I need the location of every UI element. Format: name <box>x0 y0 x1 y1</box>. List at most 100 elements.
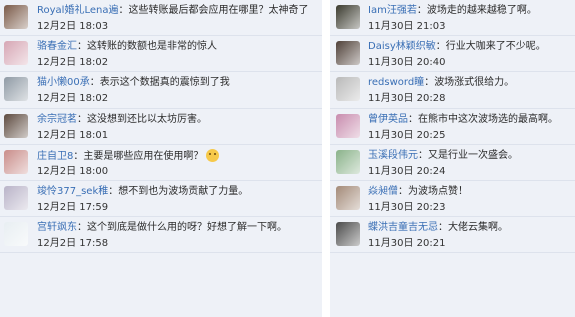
comment-item: 竣怜377_sek稚：想不到也为波场贡献了力量。 12月2日 17:59 <box>0 181 322 218</box>
separator: ： <box>408 113 418 125</box>
avatar[interactable] <box>4 113 28 138</box>
comment-line: 余宗冠茗：这没想到还比以太坊厉害。 <box>37 113 207 126</box>
separator: ： <box>416 5 427 16</box>
comment-text: 波场涨式很给力。 <box>434 77 515 89</box>
comment-item: 庄自卫8：主要是哪些应用在使用啊？ 12月2日 18:00 <box>0 145 322 181</box>
comment-line: Royal婚礼Lena遍：这些转账最后都会应用在哪里？太神奇了 <box>37 4 308 17</box>
timestamp: 12月2日 18:00 <box>37 165 109 177</box>
timestamp: 12月2日 18:02 <box>37 93 109 105</box>
comment-text: 这个到底是做什么用的呀？好想了解一下啊。 <box>87 222 287 234</box>
avatar[interactable] <box>4 41 28 66</box>
avatar[interactable] <box>336 185 360 210</box>
comment-text: 在熊市中这次波场选的最高啊。 <box>418 113 558 125</box>
separator: ： <box>89 77 100 89</box>
avatar[interactable] <box>336 77 360 102</box>
timestamp: 12月2日 18:03 <box>37 21 109 32</box>
avatar[interactable] <box>336 5 360 29</box>
comment-text: 这没想到还比以太坊厉害。 <box>87 113 207 125</box>
comment-line: Daisy林颖织敏：行业大咖来了不少呢。 <box>368 40 546 53</box>
avatar[interactable] <box>336 222 360 247</box>
username-link[interactable]: 宫轩飒东 <box>37 222 77 233</box>
avatar[interactable] <box>4 222 28 247</box>
timestamp: 11月30日 20:24 <box>368 165 446 177</box>
comment-line: 庄自卫8：主要是哪些应用在使用啊？ <box>37 148 220 163</box>
avatar[interactable] <box>4 185 28 210</box>
comment-item: redsword瞳：波场涨式很给力。 11月30日 20:28 <box>330 72 575 109</box>
avatar[interactable] <box>336 41 360 66</box>
comment-text: 大佬云集啊。 <box>448 222 508 234</box>
comment-text: 又是行业一次盛会。 <box>428 149 518 161</box>
comment-item: Daisy林颖织敏：行业大咖来了不少呢。 11月30日 20:40 <box>330 36 575 73</box>
comment-text: 主要是哪些应用在使用啊？ <box>83 150 204 162</box>
timestamp: 11月30日 20:28 <box>368 93 446 105</box>
comment-text: 行业大咖来了不少呢。 <box>445 41 546 53</box>
comment-text: 为波场点赞！ <box>408 185 468 197</box>
separator: ： <box>435 41 446 53</box>
timestamp: 12月2日 18:02 <box>37 57 109 69</box>
separator: ： <box>398 185 408 197</box>
avatar[interactable] <box>4 77 28 102</box>
username-link[interactable]: 曾伊英品 <box>368 114 408 125</box>
comment-line: 猫小懒00承：表示这个数据真的震惊到了我 <box>37 76 230 89</box>
separator: ： <box>418 149 428 161</box>
separator: ： <box>438 222 448 234</box>
avatar[interactable] <box>336 113 360 138</box>
comment-line: 竣怜377_sek稚：想不到也为波场贡献了力量。 <box>37 185 248 198</box>
username-link[interactable]: Daisy林颖织敏 <box>368 41 436 52</box>
timestamp: 12月2日 18:01 <box>37 129 109 141</box>
separator: ： <box>73 150 84 162</box>
username-link[interactable]: 余宗冠茗 <box>37 114 77 125</box>
username-link[interactable]: 猫小懒00承 <box>37 77 90 88</box>
comment-text: 表示这个数据真的震惊到了我 <box>99 77 230 89</box>
smiley-emoji-icon <box>206 148 220 162</box>
avatar[interactable] <box>336 149 360 174</box>
comment-item: Iam汪强若：波场走的越来越稳了啊。 11月30日 21:03 <box>330 0 575 37</box>
comment-text: 这转账的数额也是非常的惊人 <box>87 41 217 53</box>
comment-line: 宫轩飒东：这个到底是做什么用的呀？好想了解一下啊。 <box>37 221 287 234</box>
comment-item: 玉溪段伟元：又是行业一次盛会。 11月30日 20:24 <box>330 145 575 181</box>
right-comment-list: Iam汪强若：波场走的越来越稳了啊。 11月30日 21:03 Daisy林颖织敏：… <box>330 0 575 317</box>
avatar[interactable] <box>4 149 28 174</box>
comment-line: 焱昶僧：为波场点赞！ <box>368 185 468 198</box>
separator: ： <box>77 113 87 125</box>
comment-text: 想不到也为波场贡献了力量。 <box>118 185 249 197</box>
separator: ： <box>118 5 129 16</box>
username-link[interactable]: Iam汪强若 <box>368 5 417 16</box>
left-comment-list: Royal婚礼Lena遍：这些转账最后都会应用在哪里？太神奇了 12月2日 18:… <box>0 0 322 317</box>
comment-text: 这些转账最后都会应用在哪里？太神奇了 <box>128 5 309 16</box>
username-link[interactable]: 玉溪段伟元 <box>368 150 418 161</box>
username-link[interactable]: 焱昶僧 <box>368 186 398 197</box>
comment-item: Royal婚礼Lena遍：这些转账最后都会应用在哪里？太神奇了 12月2日 18:… <box>0 0 322 37</box>
avatar[interactable] <box>4 5 28 29</box>
comment-line: Iam汪强若：波场走的越来越稳了啊。 <box>368 4 537 17</box>
comment-line: 玉溪段伟元：又是行业一次盛会。 <box>368 149 518 162</box>
comment-item: 骆春金汇：这转账的数额也是非常的惊人 12月2日 18:02 <box>0 36 322 73</box>
comment-line: 曾伊英品：在熊市中这次波场选的最高啊。 <box>368 113 558 126</box>
comment-line: 蝶洪吉童吉无忌：大佬云集啊。 <box>368 221 508 234</box>
timestamp: 12月2日 17:58 <box>37 238 109 250</box>
comment-item: 焱昶僧：为波场点赞！ 11月30日 20:23 <box>330 181 575 218</box>
comment-item: 余宗冠茗：这没想到还比以太坊厉害。 12月2日 18:01 <box>0 109 322 145</box>
username-link[interactable]: redsword瞳 <box>368 77 424 88</box>
username-link[interactable]: 竣怜377_sek稚 <box>37 186 108 197</box>
separator: ： <box>77 222 87 234</box>
separator: ： <box>108 185 119 197</box>
username-link[interactable]: 庄自卫8 <box>37 151 73 162</box>
comment-line: 骆春金汇：这转账的数额也是非常的惊人 <box>37 40 217 53</box>
comment-text: 波场走的越来越稳了啊。 <box>426 5 537 16</box>
timestamp: 11月30日 21:03 <box>368 21 446 32</box>
username-link[interactable]: 蝶洪吉童吉无忌 <box>368 222 438 233</box>
comment-item: 蝶洪吉童吉无忌：大佬云集啊。 11月30日 20:21 <box>330 217 575 254</box>
username-link[interactable]: 骆春金汇 <box>37 41 77 52</box>
comment-item: 猫小懒00承：表示这个数据真的震惊到了我 12月2日 18:02 <box>0 72 322 109</box>
comment-item: 曾伊英品：在熊市中这次波场选的最高啊。 11月30日 20:25 <box>330 109 575 145</box>
timestamp: 11月30日 20:21 <box>368 238 446 250</box>
separator: ： <box>77 41 87 53</box>
timestamp: 11月30日 20:25 <box>368 129 446 141</box>
username-link[interactable]: Royal婚礼Lena遍 <box>37 5 118 16</box>
timestamp: 12月2日 17:59 <box>37 201 109 213</box>
timestamp: 11月30日 20:23 <box>368 201 446 213</box>
comment-item: 宫轩飒东：这个到底是做什么用的呀？好想了解一下啊。 12月2日 17:58 <box>0 217 322 254</box>
timestamp: 11月30日 20:40 <box>368 57 446 69</box>
separator: ： <box>424 77 435 89</box>
